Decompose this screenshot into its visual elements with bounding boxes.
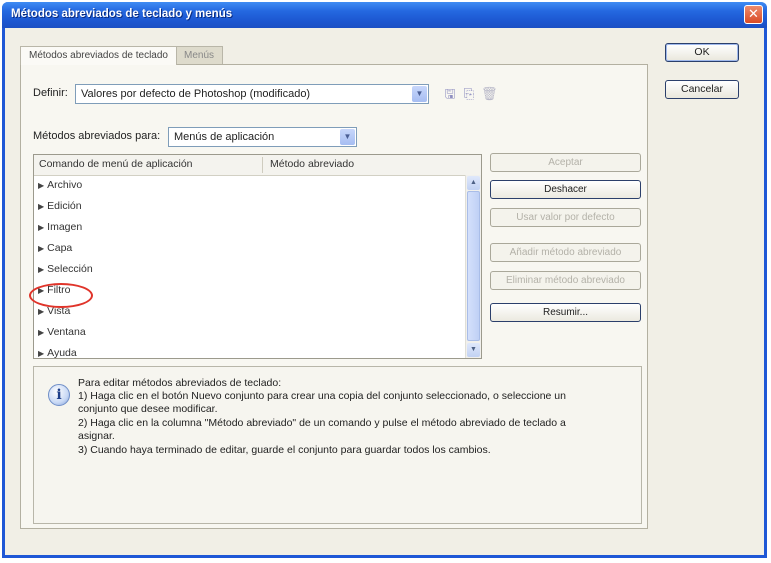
- expand-triangle-icon[interactable]: ▶: [38, 328, 44, 337]
- cancel-button[interactable]: Cancelar: [665, 80, 739, 99]
- scroll-thumb[interactable]: [467, 191, 480, 341]
- column-header-command[interactable]: Comando de menú de aplicación: [39, 158, 193, 170]
- tab-keyboard-shortcuts[interactable]: Métodos abreviados de teclado: [20, 46, 177, 65]
- expand-triangle-icon[interactable]: ▶: [38, 223, 44, 232]
- table-row[interactable]: ▶ Ventana: [34, 322, 464, 343]
- ok-button[interactable]: OK: [665, 43, 739, 62]
- table-row[interactable]: ▶ Selección: [34, 259, 464, 280]
- table-row[interactable]: ▶ Vista: [34, 301, 464, 322]
- table-scrollbar[interactable]: ▲ ▼: [465, 175, 481, 358]
- shortcuts-for-select[interactable]: Menús de aplicación ▼: [168, 127, 357, 147]
- row-label: Ventana: [47, 326, 86, 338]
- table-row[interactable]: ▶ Archivo: [34, 175, 464, 196]
- table-row[interactable]: ▶ Imagen: [34, 217, 464, 238]
- chevron-down-icon: ▼: [412, 86, 427, 102]
- scroll-down-icon[interactable]: ▼: [467, 343, 480, 357]
- expand-triangle-icon[interactable]: ▶: [38, 349, 44, 358]
- undo-button[interactable]: Deshacer: [490, 180, 641, 199]
- add-shortcut-button[interactable]: Añadir método abreviado: [490, 243, 641, 262]
- expand-triangle-icon[interactable]: ▶: [38, 265, 44, 274]
- delete-icon[interactable]: 🗑: [481, 86, 498, 102]
- close-icon: ✕: [748, 6, 759, 21]
- summarize-button[interactable]: Resumir...: [490, 303, 641, 322]
- use-default-button[interactable]: Usar valor por defecto: [490, 208, 641, 227]
- expand-triangle-icon[interactable]: ▶: [38, 202, 44, 211]
- expand-triangle-icon[interactable]: ▶: [38, 244, 44, 253]
- row-label: Selección: [47, 263, 93, 275]
- window-title: Métodos abreviados de teclado y menús: [11, 8, 233, 20]
- tab-menus[interactable]: Menús: [175, 46, 224, 64]
- row-label: Capa: [47, 242, 73, 254]
- shortcuts-for-value: Menús de aplicación: [174, 131, 275, 143]
- set-select-value: Valores por defecto de Photoshop (modifi…: [81, 88, 311, 100]
- table-row[interactable]: ▶ Ayuda: [34, 343, 464, 359]
- expand-triangle-icon[interactable]: ▶: [38, 181, 44, 190]
- info-line: asignar.: [78, 430, 115, 442]
- info-line: 3) Cuando haya terminado de editar, guar…: [78, 444, 491, 456]
- column-header-shortcut[interactable]: Método abreviado: [270, 158, 354, 170]
- commands-table[interactable]: Comando de menú de aplicación Método abr…: [33, 154, 482, 359]
- close-button[interactable]: ✕: [744, 5, 763, 24]
- chevron-down-icon: ▼: [340, 129, 355, 145]
- metodos-para-label: Métodos abreviados para:: [33, 130, 161, 142]
- title-bar[interactable]: Métodos abreviados de teclado y menús ✕: [2, 2, 767, 28]
- set-select[interactable]: Valores por defecto de Photoshop (modifi…: [75, 84, 429, 104]
- row-label: Edición: [47, 200, 82, 212]
- save-as-icon[interactable]: ⎘: [461, 86, 477, 102]
- table-row[interactable]: ▶ Edición: [34, 196, 464, 217]
- info-box: i Para editar métodos abreviados de tecl…: [33, 366, 642, 524]
- delete-shortcut-button[interactable]: Eliminar método abreviado: [490, 271, 641, 290]
- info-line: 1) Haga clic en el botón Nuevo conjunto …: [78, 390, 566, 402]
- accept-button[interactable]: Aceptar: [490, 153, 641, 172]
- save-icon[interactable]: 🖫: [442, 86, 458, 102]
- highlight-annotation: [29, 283, 93, 308]
- column-divider: [262, 157, 263, 173]
- info-line: conjunto que desee modificar.: [78, 403, 218, 415]
- expand-triangle-icon[interactable]: ▶: [38, 307, 44, 316]
- row-label: Archivo: [47, 179, 83, 191]
- row-label: Imagen: [47, 221, 83, 233]
- row-label: Ayuda: [47, 347, 77, 359]
- scroll-up-icon[interactable]: ▲: [467, 176, 480, 190]
- info-icon: i: [48, 384, 70, 406]
- info-line: Para editar métodos abreviados de teclad…: [78, 377, 282, 389]
- table-row[interactable]: ▶ Capa: [34, 238, 464, 259]
- table-header: Comando de menú de aplicación Método abr…: [34, 155, 481, 176]
- definir-label: Definir:: [33, 87, 68, 99]
- table-row-filtro[interactable]: ▶ Filtro: [34, 280, 464, 301]
- info-line: 2) Haga clic en la columna "Método abrev…: [78, 417, 566, 429]
